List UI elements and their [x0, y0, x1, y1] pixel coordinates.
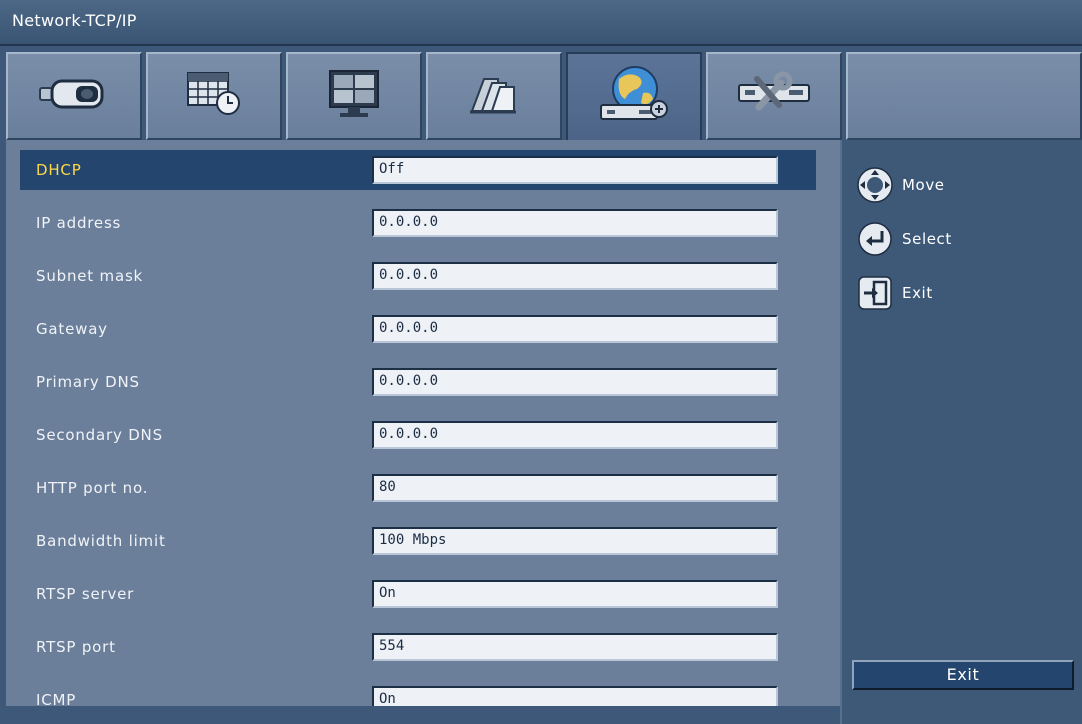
setting-value-field[interactable]: 0.0.0.0 — [372, 315, 778, 343]
bottom-strip — [0, 706, 840, 724]
setting-row-http-port[interactable]: HTTP port no. 80 — [20, 468, 816, 508]
help-exit-label: Exit — [902, 284, 933, 302]
setting-label: Bandwidth limit — [36, 532, 166, 550]
exit-button[interactable]: Exit — [852, 660, 1074, 690]
help-select-label: Select — [902, 230, 952, 248]
setting-label: HTTP port no. — [36, 479, 149, 497]
help-move: Move — [856, 166, 945, 204]
setting-row-dhcp[interactable]: DHCP Off — [20, 150, 816, 190]
setting-row-ip-address[interactable]: IP address 0.0.0.0 — [20, 203, 816, 243]
monitor-icon — [314, 67, 394, 125]
setting-value-field[interactable]: 554 — [372, 633, 778, 661]
system-tools-icon — [729, 69, 819, 123]
dpad-icon — [856, 166, 894, 204]
exit-door-icon — [856, 274, 894, 312]
help-exit: Exit — [856, 274, 933, 312]
title-bar: Network-TCP/IP — [0, 0, 1082, 46]
enter-icon — [856, 220, 894, 258]
setting-value-field[interactable]: 80 — [372, 474, 778, 502]
tab-system[interactable] — [706, 52, 842, 140]
setting-label: DHCP — [36, 161, 82, 179]
setting-row-subnet-mask[interactable]: Subnet mask 0.0.0.0 — [20, 256, 816, 296]
setting-row-primary-dns[interactable]: Primary DNS 0.0.0.0 — [20, 362, 816, 402]
setting-value-field[interactable]: On — [372, 580, 778, 608]
menu-tab-bar — [6, 52, 1082, 142]
window-title: Network-TCP/IP — [12, 11, 137, 30]
setting-row-bandwidth-limit[interactable]: Bandwidth limit 100 Mbps — [20, 521, 816, 561]
setting-row-rtsp-server[interactable]: RTSP server On — [20, 574, 816, 614]
setting-row-gateway[interactable]: Gateway 0.0.0.0 — [20, 309, 816, 349]
camera-icon — [34, 74, 114, 118]
setting-label: Primary DNS — [36, 373, 140, 391]
help-sidebar: Move Select Exit Exit — [840, 140, 1082, 724]
setting-label: Subnet mask — [36, 267, 144, 285]
setting-value-field[interactable]: 0.0.0.0 — [372, 421, 778, 449]
setting-value-field[interactable]: 0.0.0.0 — [372, 262, 778, 290]
help-move-label: Move — [902, 176, 945, 194]
setting-label: RTSP server — [36, 585, 135, 603]
setting-label: Gateway — [36, 320, 108, 338]
network-globe-icon — [589, 61, 679, 135]
setting-label: IP address — [36, 214, 122, 232]
setting-value-field[interactable]: 100 Mbps — [372, 527, 778, 555]
schedule-clock-icon — [174, 69, 254, 123]
help-select: Select — [856, 220, 952, 258]
setting-value-field[interactable]: Off — [372, 156, 778, 184]
setting-label: RTSP port — [36, 638, 116, 656]
settings-panel: DHCP Off IP address 0.0.0.0 Subnet mask … — [6, 140, 840, 714]
setting-value-field[interactable]: 0.0.0.0 — [372, 209, 778, 237]
tab-recording[interactable] — [426, 52, 562, 140]
tab-monitor[interactable] — [286, 52, 422, 140]
tab-network[interactable] — [566, 52, 702, 142]
tab-camera[interactable] — [6, 52, 142, 140]
setting-value-field[interactable]: 0.0.0.0 — [372, 368, 778, 396]
recording-archive-icon — [454, 69, 534, 123]
tab-bar-filler — [846, 52, 1082, 140]
setting-row-rtsp-port[interactable]: RTSP port 554 — [20, 627, 816, 667]
setting-label: Secondary DNS — [36, 426, 163, 444]
setting-row-secondary-dns[interactable]: Secondary DNS 0.0.0.0 — [20, 415, 816, 455]
dvr-menu-window: Network-TCP/IP DHCP Off IP address 0.0.0… — [0, 0, 1082, 724]
tab-schedule[interactable] — [146, 52, 282, 140]
